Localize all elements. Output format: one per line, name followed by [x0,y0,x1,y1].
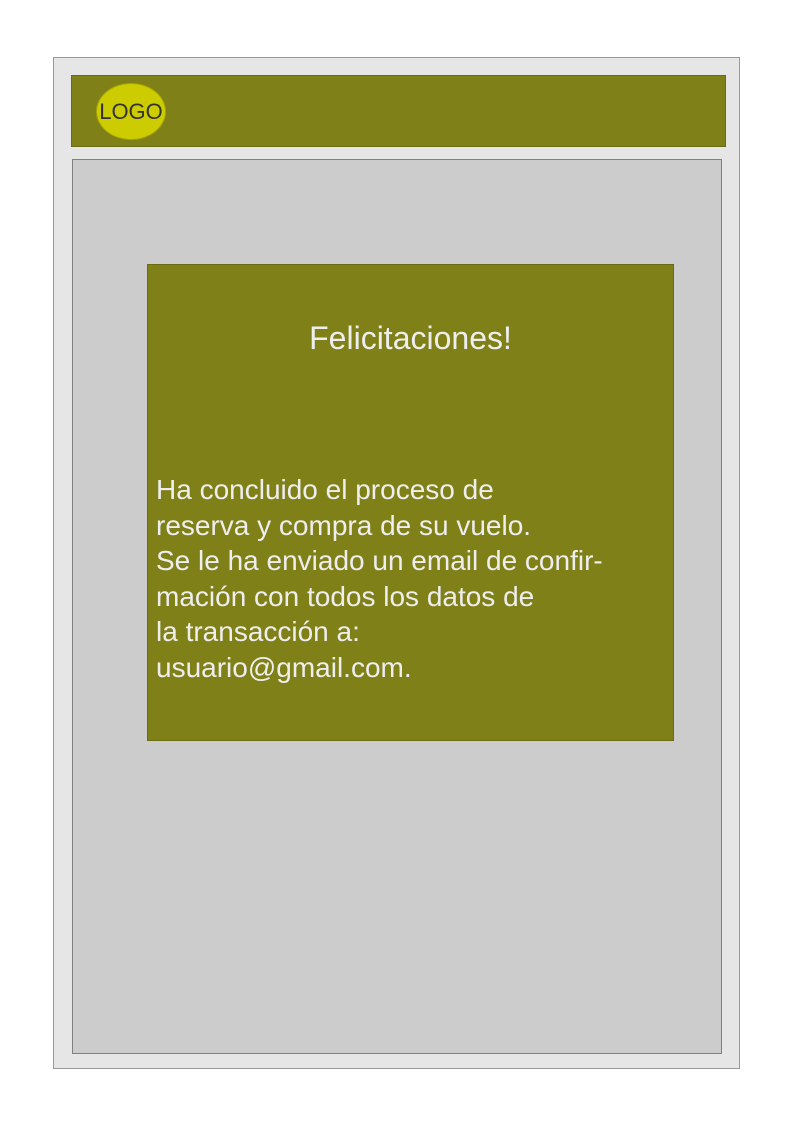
confirmation-title: Felicitaciones! [309,320,512,356]
confirmation-message: Ha concluido el proceso de reserva y com… [156,474,603,683]
logo[interactable]: LOGO [96,83,166,140]
logo-label: LOGO [99,98,163,124]
header-bar [71,75,726,147]
